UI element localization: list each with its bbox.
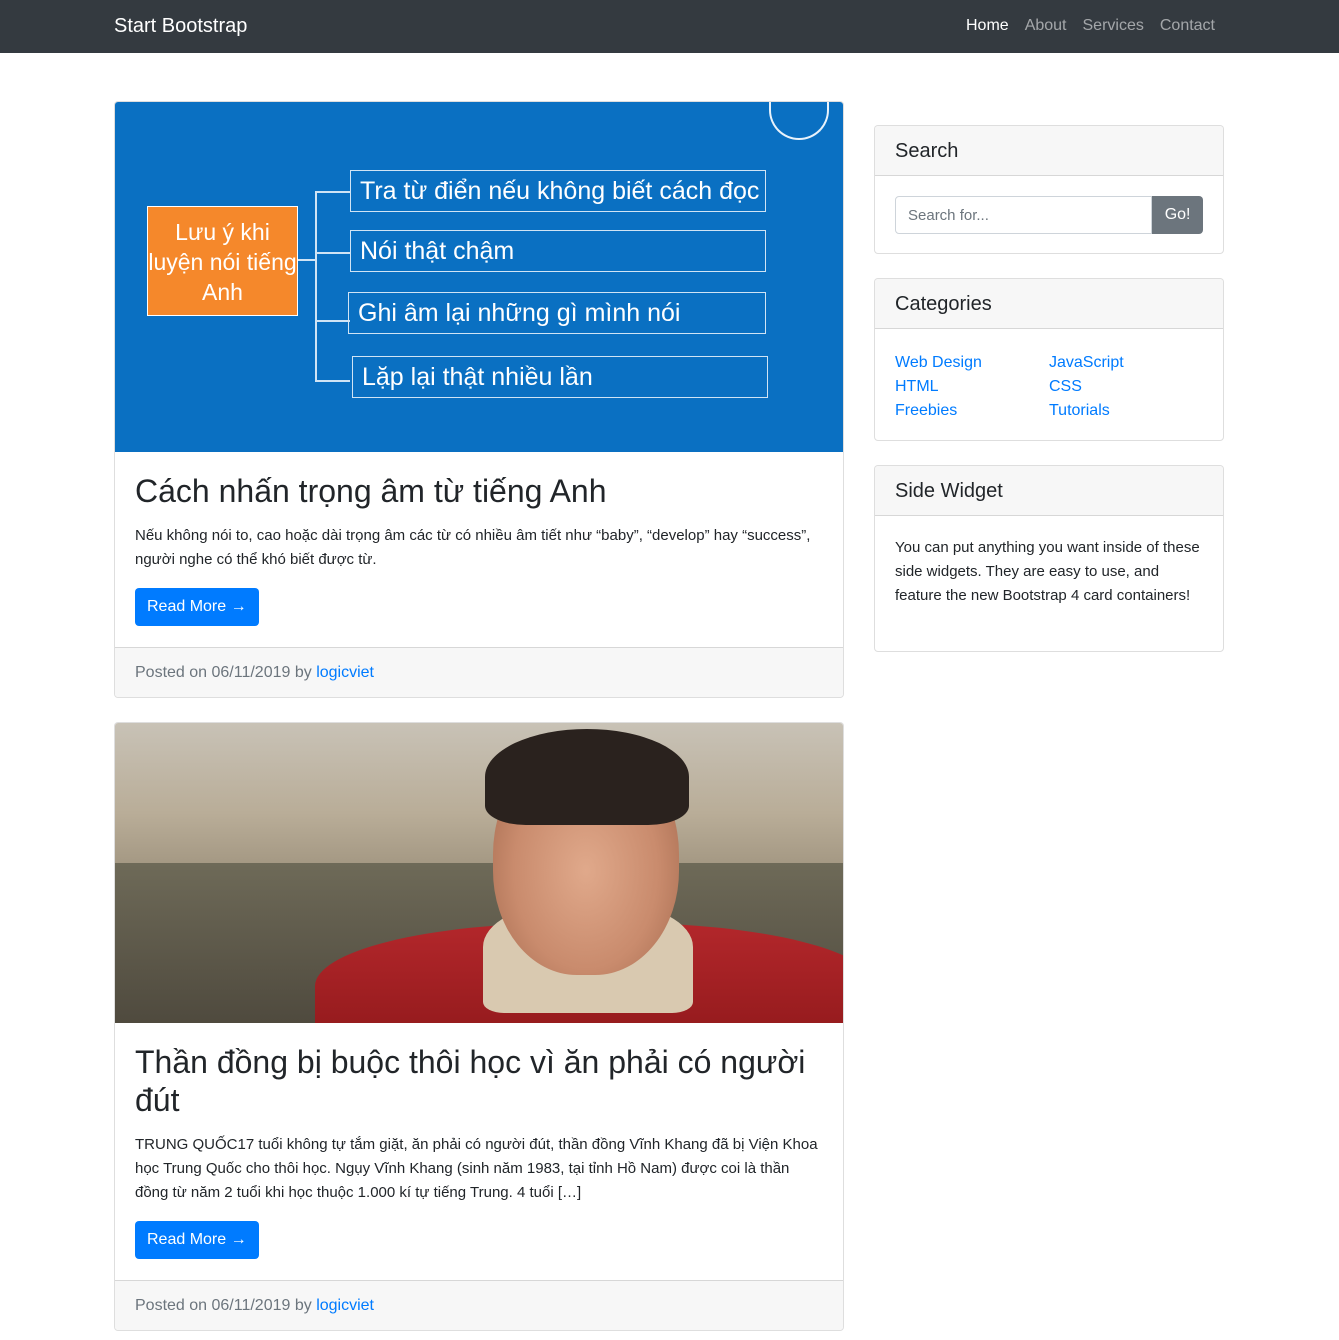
search-widget-title: Search [875, 126, 1223, 176]
diagram-main-label: Lưu ý khi luyện nói tiếng Anh [147, 206, 298, 316]
diagram-item: Ghi âm lại những gì mình nói [348, 292, 766, 334]
nav-services[interactable]: Services [1083, 16, 1144, 36]
post-body: Thần đồng bị buộc thôi học vì ăn phải có… [115, 1023, 843, 1259]
post-footer: Posted on 06/11/2019 by logicviet [115, 1280, 843, 1330]
blog-post-card: Thần đồng bị buộc thôi học vì ăn phải có… [114, 722, 844, 1331]
categories-widget-title: Categories [875, 279, 1223, 329]
read-more-button[interactable]: Read More → [135, 1221, 259, 1259]
search-input-group: Go! [895, 196, 1203, 234]
category-link-tutorials[interactable]: Tutorials [1049, 399, 1203, 423]
nav-about[interactable]: About [1025, 16, 1067, 36]
post-body: Cách nhấn trọng âm từ tiếng Anh Nếu khôn… [115, 452, 843, 626]
post-meta: Posted on 06/11/2019 by [135, 1297, 317, 1314]
nav-home[interactable]: Home [966, 16, 1009, 36]
post-footer: Posted on 06/11/2019 by logicviet [115, 647, 843, 697]
categories-column: Web Design HTML Freebies [895, 351, 1049, 423]
post-meta: Posted on 06/11/2019 by [135, 664, 317, 681]
search-go-button[interactable]: Go! [1152, 196, 1203, 234]
post-image-diagram[interactable]: Lưu ý khi luyện nói tiếng Anh Tra từ điể… [115, 102, 843, 452]
navbar: Start Bootstrap Home About Services Cont… [0, 0, 1339, 53]
side-widget-title: Side Widget [875, 466, 1223, 516]
diagram-item: Tra từ điển nếu không biết cách đọc [350, 170, 766, 212]
read-more-button[interactable]: Read More → [135, 588, 259, 626]
nav-links: Home About Services Contact [950, 16, 1215, 36]
category-link-css[interactable]: CSS [1049, 375, 1203, 399]
side-widget: Side Widget You can put anything you wan… [874, 465, 1224, 652]
logo-watermark [769, 102, 829, 140]
post-excerpt: Nếu không nói to, cao hoặc dài trọng âm … [135, 527, 811, 568]
category-link-web-design[interactable]: Web Design [895, 351, 1049, 375]
blog-post-card: Lưu ý khi luyện nói tiếng Anh Tra từ điể… [114, 101, 844, 698]
diagram-item: Nói thật chậm [350, 230, 766, 272]
author-link[interactable]: logicviet [316, 664, 374, 681]
categories-column: JavaScript CSS Tutorials [1049, 351, 1203, 423]
post-image-photo[interactable] [115, 723, 843, 1023]
nav-contact[interactable]: Contact [1160, 16, 1215, 36]
post-excerpt: TRUNG QUỐC17 tuổi không tự tắm giặt, ăn … [135, 1136, 818, 1201]
author-link[interactable]: logicviet [316, 1297, 374, 1314]
category-link-freebies[interactable]: Freebies [895, 399, 1049, 423]
brand-link[interactable]: Start Bootstrap [114, 14, 247, 38]
post-title[interactable]: Thần đồng bị buộc thôi học vì ăn phải có… [135, 1043, 823, 1119]
side-widget-text: You can put anything you want inside of … [895, 539, 1200, 604]
category-link-javascript[interactable]: JavaScript [1049, 351, 1203, 375]
diagram-item: Lặp lại thật nhiều lần [352, 356, 768, 398]
search-widget: Search Go! [874, 125, 1224, 254]
search-input[interactable] [895, 196, 1153, 234]
post-title[interactable]: Cách nhấn trọng âm từ tiếng Anh [135, 472, 823, 510]
categories-widget: Categories Web Design HTML Freebies Java… [874, 278, 1224, 441]
category-link-html[interactable]: HTML [895, 375, 1049, 399]
